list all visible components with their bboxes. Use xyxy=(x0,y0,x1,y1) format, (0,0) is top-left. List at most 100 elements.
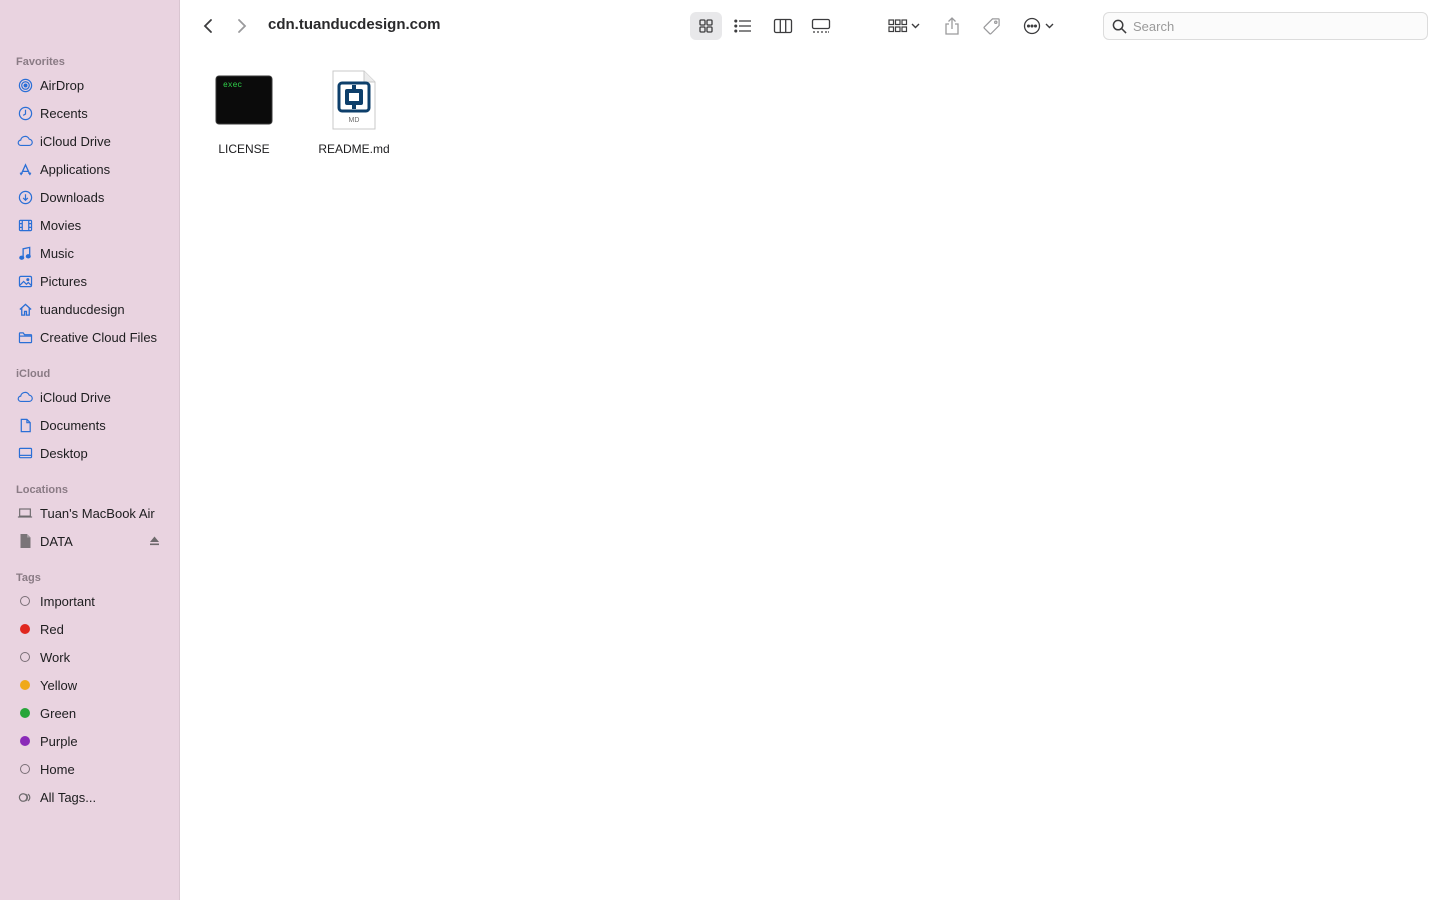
thumb-text: MD xyxy=(349,117,360,124)
sidebar-item-desktop[interactable]: Desktop xyxy=(8,441,172,465)
file-browser-content: exec LICENSE MD README.md xyxy=(181,52,1440,900)
download-icon xyxy=(17,189,33,205)
sidebar-item-label: Tuan's MacBook Air xyxy=(40,505,155,521)
sidebar-item-tuanducdesign[interactable]: tuanducdesign xyxy=(8,297,172,321)
sidebar-item-label: Work xyxy=(40,649,71,665)
share-button[interactable] xyxy=(937,12,967,40)
document-icon xyxy=(17,417,33,433)
sidebar-section-locations: Locations xyxy=(16,484,68,496)
sidebar-tag-purple[interactable]: Purple xyxy=(8,729,172,753)
tag-icon xyxy=(982,17,1000,35)
sidebar-section-icloud: iCloud xyxy=(16,368,51,380)
chevron-down-icon xyxy=(1045,23,1053,29)
sidebar-item-label: Yellow xyxy=(40,677,78,693)
applications-icon xyxy=(17,161,33,177)
desktop-icon xyxy=(17,445,33,461)
grid-icon xyxy=(699,19,713,33)
sidebar-item-label: iCloud Drive xyxy=(40,133,111,149)
sidebar-item-icloud-drive[interactable]: iCloud Drive xyxy=(8,129,172,153)
sidebar-item-label: tuanducdesign xyxy=(40,301,125,317)
action-button[interactable] xyxy=(1017,12,1059,40)
sidebar-item-icloud-drive-2[interactable]: iCloud Drive xyxy=(8,385,172,409)
back-button[interactable] xyxy=(195,12,221,40)
sidebar-item-applications[interactable]: Applications xyxy=(8,157,172,181)
window-title: cdn.tuanducdesign.com xyxy=(268,16,441,33)
gallery-view-button[interactable] xyxy=(805,12,837,40)
list-view-button[interactable] xyxy=(727,12,759,40)
sidebar-section-favorites: Favorites xyxy=(16,56,65,68)
film-icon xyxy=(17,217,33,233)
sidebar-item-label: Downloads xyxy=(40,189,105,205)
tag-dot-icon xyxy=(20,596,30,606)
tag-dot-icon xyxy=(20,708,30,718)
sidebar-item-label: Red xyxy=(40,621,64,637)
tag-dot-icon xyxy=(20,764,30,774)
sidebar-tag-important[interactable]: Important xyxy=(8,589,172,613)
group-by-button[interactable] xyxy=(883,12,925,40)
tag-dot-icon xyxy=(20,624,30,634)
sidebar-item-label: Green xyxy=(40,705,77,721)
search-box[interactable] xyxy=(1103,12,1428,40)
sidebar-tag-red[interactable]: Red xyxy=(8,617,172,641)
tag-button[interactable] xyxy=(976,12,1006,40)
forward-button[interactable] xyxy=(229,12,255,40)
sidebar-item-label: Recents xyxy=(40,105,88,121)
toolbar: cdn.tuanducdesign.com xyxy=(181,0,1440,52)
sidebar-item-label: Purple xyxy=(40,733,78,749)
music-note-icon xyxy=(17,245,33,261)
folder-icon xyxy=(17,329,33,345)
airdrop-icon xyxy=(17,77,33,93)
cloud-icon xyxy=(17,389,33,405)
eject-icon[interactable] xyxy=(149,535,160,547)
sidebar-item-label: Documents xyxy=(40,417,106,433)
home-icon xyxy=(17,301,33,317)
sidebar-item-label: Important xyxy=(40,593,95,609)
sidebar-item-recents[interactable]: Recents xyxy=(8,101,172,125)
all-tags-icon xyxy=(17,789,33,805)
laptop-icon xyxy=(17,505,33,521)
sidebar-item-downloads[interactable]: Downloads xyxy=(8,185,172,209)
sidebar-item-label: Applications xyxy=(40,161,111,177)
file-item-license[interactable]: exec LICENSE xyxy=(194,68,294,158)
tag-dot-icon xyxy=(20,652,30,662)
file-name: README.md xyxy=(318,142,390,156)
sidebar-item-label: AirDrop xyxy=(40,77,85,93)
sidebar-item-label: Home xyxy=(40,761,75,777)
column-view-button[interactable] xyxy=(767,12,799,40)
sidebar-item-music[interactable]: Music xyxy=(8,241,172,265)
chevron-down-icon xyxy=(911,23,920,29)
sidebar-item-label: All Tags... xyxy=(40,789,97,805)
chevron-left-icon xyxy=(203,19,212,33)
sidebar-item-macbook-air[interactable]: Tuan's MacBook Air xyxy=(8,501,172,525)
sidebar-tag-home[interactable]: Home xyxy=(8,757,172,781)
list-icon xyxy=(734,19,751,33)
sidebar-tag-work[interactable]: Work xyxy=(8,645,172,669)
sidebar-item-creative-cloud-files[interactable]: Creative Cloud Files xyxy=(8,325,172,349)
file-item-readme[interactable]: MD README.md xyxy=(304,68,404,158)
search-icon xyxy=(1112,19,1127,34)
cloud-icon xyxy=(17,133,33,149)
tag-dot-icon xyxy=(20,736,30,746)
sidebar-section-tags: Tags xyxy=(16,572,41,584)
sidebar-tag-green[interactable]: Green xyxy=(8,701,172,725)
sidebar-item-documents[interactable]: Documents xyxy=(8,413,172,437)
sidebar-item-movies[interactable]: Movies xyxy=(8,213,172,237)
sidebar: Favorites AirDrop Recents iCloud Drive A… xyxy=(0,0,180,900)
tag-dot-icon xyxy=(20,680,30,690)
clock-icon xyxy=(17,105,33,121)
thumb-text: exec xyxy=(223,81,242,90)
group-grid-icon xyxy=(888,19,908,33)
sidebar-item-label: DATA xyxy=(40,533,73,549)
icon-view-button[interactable] xyxy=(690,12,722,40)
sidebar-item-pictures[interactable]: Pictures xyxy=(8,269,172,293)
search-input[interactable] xyxy=(1133,18,1423,34)
drive-icon xyxy=(17,533,33,549)
chevron-right-icon xyxy=(238,19,247,33)
sidebar-tag-all-tags[interactable]: All Tags... xyxy=(8,785,172,809)
file-name: LICENSE xyxy=(218,142,270,156)
sidebar-item-label: Movies xyxy=(40,217,82,233)
sidebar-tag-yellow[interactable]: Yellow xyxy=(8,673,172,697)
more-ellipsis-icon xyxy=(1023,17,1040,35)
sidebar-item-data-drive[interactable]: DATA xyxy=(8,529,172,553)
sidebar-item-airdrop[interactable]: AirDrop xyxy=(8,73,172,97)
